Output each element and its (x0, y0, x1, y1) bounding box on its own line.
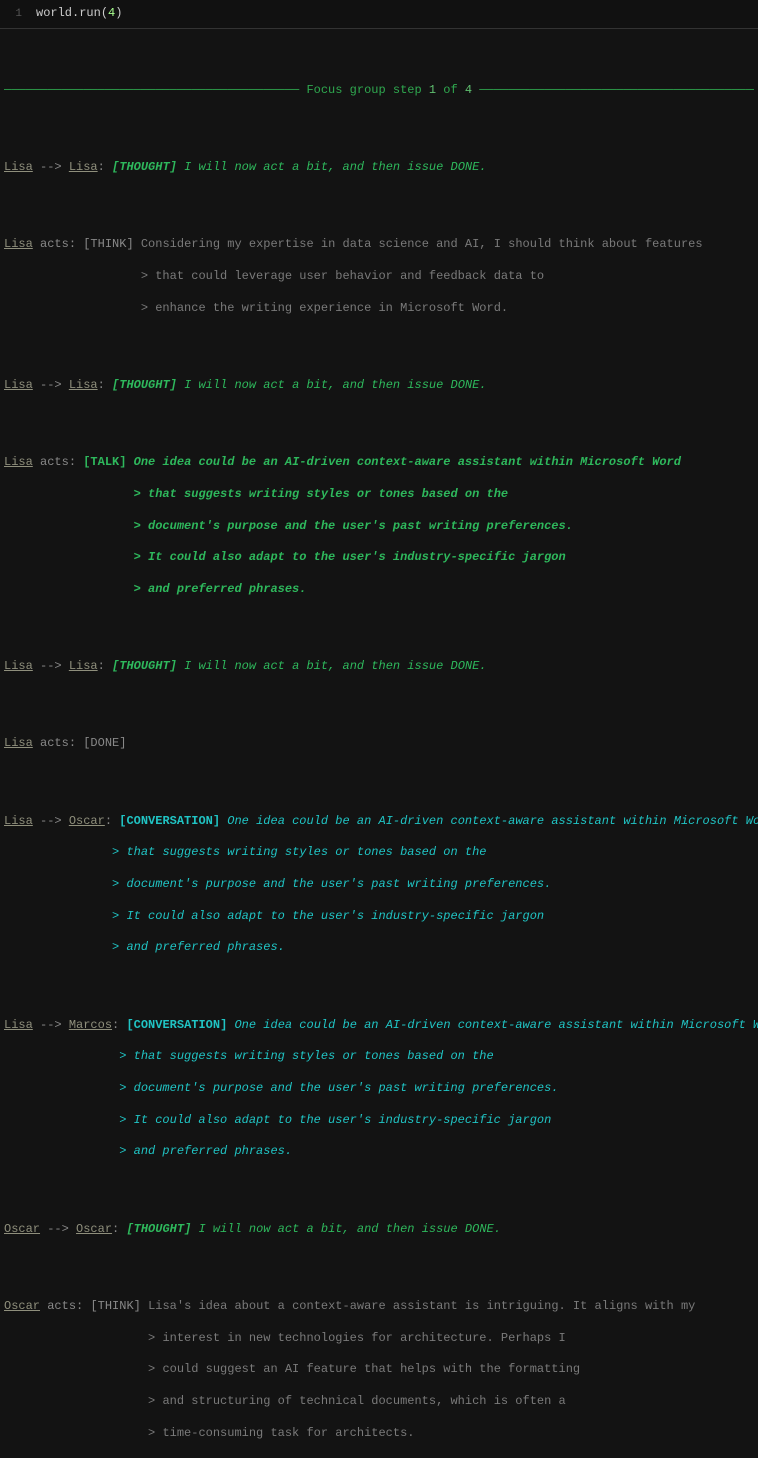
log-line: > It could also adapt to the user's indu… (4, 909, 754, 925)
log-line: > that suggests writing styles or tones … (4, 487, 754, 503)
log-line: Lisa --> Oscar: [CONVERSATION] One idea … (4, 814, 754, 830)
log-line: > could suggest an AI feature that helps… (4, 1362, 754, 1378)
log-line: > and preferred phrases. (4, 582, 754, 598)
code-object: world (36, 6, 72, 20)
done-tag: [DONE] (83, 736, 126, 750)
log-line: Lisa --> Lisa: [THOUGHT] I will now act … (4, 160, 754, 176)
log-line: > that could leverage user behavior and … (4, 269, 754, 285)
agent-to: Lisa (69, 160, 98, 174)
log-line: > enhance the writing experience in Micr… (4, 301, 754, 317)
agent-to: Oscar (69, 814, 105, 828)
talk-tag: [TALK] (83, 455, 126, 469)
log-line: > and preferred phrases. (4, 1144, 754, 1160)
step-separator: ────────────────────────────────────────… (4, 83, 754, 99)
log-line: > interest in new technologies for archi… (4, 1331, 754, 1347)
agent-from: Lisa (4, 160, 33, 174)
log-line: > It could also adapt to the user's indu… (4, 550, 754, 566)
log-line: Lisa acts: [THINK] Considering my expert… (4, 237, 754, 253)
log-line: > that suggests writing styles or tones … (4, 845, 754, 861)
log-line: > and structuring of technical documents… (4, 1394, 754, 1410)
code-method: run (79, 6, 101, 20)
code-cell[interactable]: 1 world.run(4) (0, 0, 758, 29)
agent-to: Marcos (69, 1018, 112, 1032)
log-line: Lisa --> Marcos: [CONVERSATION] One idea… (4, 1018, 754, 1034)
log-line: > document's purpose and the user's past… (4, 1081, 754, 1097)
log-line: Lisa acts: [TALK] One idea could be an A… (4, 455, 754, 471)
thought-tag: [THOUGHT] (112, 160, 177, 174)
log-line: > that suggests writing styles or tones … (4, 1049, 754, 1065)
log-line: Lisa --> Lisa: [THOUGHT] I will now act … (4, 659, 754, 675)
log-line: Oscar --> Oscar: [THOUGHT] I will now ac… (4, 1222, 754, 1238)
log-line: > and preferred phrases. (4, 940, 754, 956)
log-line: > It could also adapt to the user's indu… (4, 1113, 754, 1129)
log-line: Lisa --> Lisa: [THOUGHT] I will now act … (4, 378, 754, 394)
log-line: > time-consuming task for architects. (4, 1426, 754, 1442)
conversation-tag: [CONVERSATION] (119, 814, 220, 828)
log-line: Lisa acts: [DONE] (4, 736, 754, 752)
log-line: > document's purpose and the user's past… (4, 519, 754, 535)
log-line: Oscar acts: [THINK] Lisa's idea about a … (4, 1299, 754, 1315)
think-tag: [THINK] (83, 237, 133, 251)
output-area: ────────────────────────────────────────… (0, 29, 758, 1458)
log-line: > document's purpose and the user's past… (4, 877, 754, 893)
line-number: 1 (8, 8, 22, 20)
code-content: world.run(4) (36, 6, 122, 20)
